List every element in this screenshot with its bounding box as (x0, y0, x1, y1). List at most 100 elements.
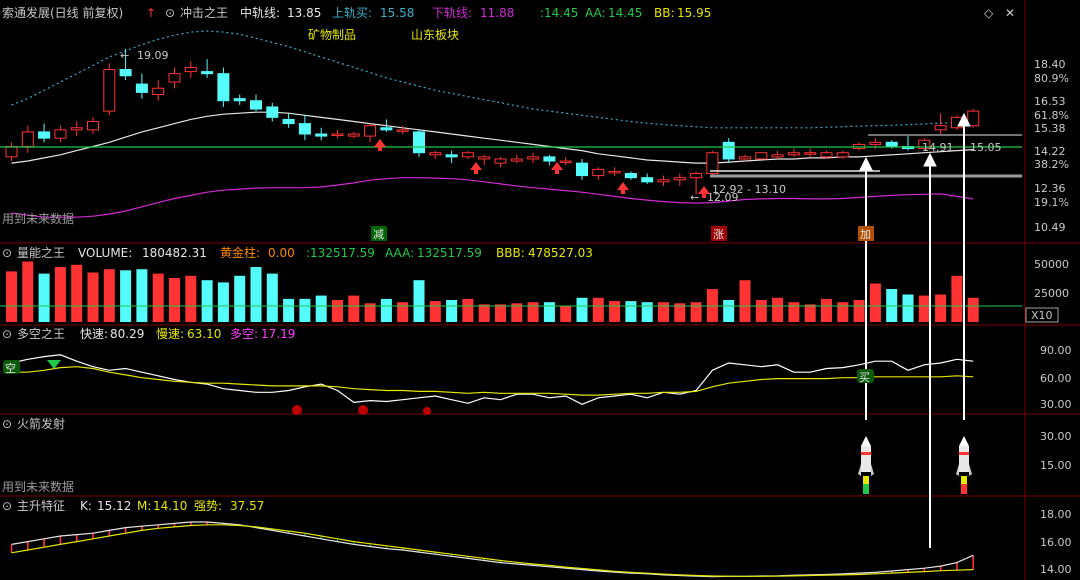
sig-buy: 买 (859, 371, 870, 384)
high-annotation: ← (120, 49, 129, 62)
x10-label: X10 (1031, 309, 1053, 322)
dropdown-icon[interactable]: ⊙ (2, 499, 12, 513)
dropdown-icon[interactable]: ⊙ (165, 6, 175, 20)
rocket-title[interactable]: 火箭发射 (17, 416, 65, 431)
rk-scale-15: 15.00 (1040, 459, 1072, 472)
range-annotation: 12.92 - 13.10 (712, 183, 786, 196)
aa-value: 14.45 (608, 6, 642, 20)
fast-value: 80.29 (110, 327, 144, 341)
volume-bar (821, 298, 832, 322)
candle (755, 152, 768, 160)
bbb-label: BBB: (496, 246, 525, 260)
ls-label: 多空: (230, 327, 258, 341)
low-annotation: ← (690, 191, 699, 204)
volume-bar (380, 298, 392, 322)
volume-bar (397, 302, 409, 322)
gold-value: 0.00 (268, 246, 295, 260)
candle-body (413, 131, 425, 154)
lower-value: 11.88 (480, 6, 514, 20)
indicator-name[interactable]: 冲击之王 (180, 5, 228, 20)
candle-body (836, 152, 849, 158)
volume-bar (641, 302, 653, 322)
candle-body (820, 152, 833, 158)
vol-value: 180482.31 (142, 246, 207, 260)
slow-label: 慢速: (156, 327, 184, 341)
volume-bar (804, 304, 816, 322)
candle-body (478, 156, 491, 160)
dropdown-icon[interactable]: ⊙ (2, 417, 12, 431)
volume-bar (918, 295, 930, 322)
candle-body (934, 125, 947, 131)
volume-bar (315, 295, 327, 322)
volume-bar (152, 273, 164, 322)
mid-label: 中轨线: (240, 5, 280, 20)
upper-label: 上轨买: (332, 6, 372, 20)
ls-scale-60: 60.00 (1040, 372, 1072, 385)
volume-bar (772, 297, 784, 322)
aaa-value: 132517.59 (417, 246, 482, 260)
future-data-note-2: 用到未来数据 (2, 479, 74, 494)
stock-title: 索通发展(日线 前复权) (2, 5, 123, 20)
volume-bar (690, 302, 702, 322)
candle-body (771, 154, 784, 158)
up-arrow-icon: ↑ (146, 6, 156, 20)
candle-body (869, 141, 882, 145)
candle-body (445, 154, 458, 158)
volume-bar (658, 302, 669, 322)
dropdown-icon[interactable]: ⊙ (2, 327, 12, 341)
k-label: K: (80, 499, 92, 513)
candle-body (967, 110, 980, 127)
volume-bar (495, 304, 506, 322)
candle-body (168, 73, 181, 83)
candle-body (380, 127, 393, 131)
close-icon[interactable]: ✕ (1005, 6, 1015, 20)
volume-bar (446, 300, 458, 322)
future-data-note: 用到未来数据 (2, 211, 74, 226)
trend-title[interactable]: 主升特征 (17, 498, 65, 513)
candle-body (331, 133, 344, 136)
high-value: 19.09 (137, 49, 169, 62)
sig-decrease: 减 (373, 228, 384, 241)
candle (413, 129, 425, 157)
strength-value: 37.57 (230, 499, 264, 513)
volume-bar (266, 273, 278, 322)
volume-bar (788, 302, 800, 322)
candle-body (266, 106, 279, 118)
volume-bar (299, 298, 311, 322)
strength-label: 强势: (194, 499, 222, 513)
scale-10-49: 10.49 (1034, 221, 1066, 234)
vol-scale-50000: 50000 (1034, 258, 1069, 271)
r1-value: 14.91 (922, 141, 954, 154)
candle-body (38, 131, 51, 139)
dropdown-icon[interactable]: ⊙ (2, 246, 12, 260)
fast-label: 快速: (80, 327, 108, 341)
candle-body (673, 177, 686, 181)
candle-body (755, 152, 768, 160)
candle-body (690, 173, 703, 179)
candle-body (201, 71, 214, 75)
candle-body (787, 152, 800, 156)
vol-title[interactable]: 量能之王 (17, 246, 65, 260)
ls-title[interactable]: 多空之王 (17, 327, 65, 341)
volume-bar (967, 297, 979, 322)
volume-bar (71, 264, 83, 322)
m-label: M: (137, 499, 151, 513)
scale-18-40: 18.40 (1034, 58, 1066, 71)
candle (103, 63, 116, 116)
volume-bar (543, 302, 555, 322)
sig-kong: 空 (5, 361, 16, 375)
volume-bar (560, 305, 572, 322)
volume-bar (902, 294, 914, 322)
diamond-icon[interactable]: ◇ (984, 6, 994, 20)
gold-label: 黄金柱: (220, 245, 260, 260)
vol-scale-25000: 25000 (1034, 287, 1069, 300)
candle-body (21, 131, 34, 147)
volume-bar (332, 300, 343, 322)
volume-bar (592, 297, 604, 322)
bbb-value: 478527.03 (528, 246, 593, 260)
mid-value: 13.85 (287, 6, 321, 20)
volume-bar (853, 300, 865, 322)
candle-body (152, 87, 165, 95)
aaa-label: AAA: (385, 246, 414, 260)
volume-bar (869, 283, 881, 322)
